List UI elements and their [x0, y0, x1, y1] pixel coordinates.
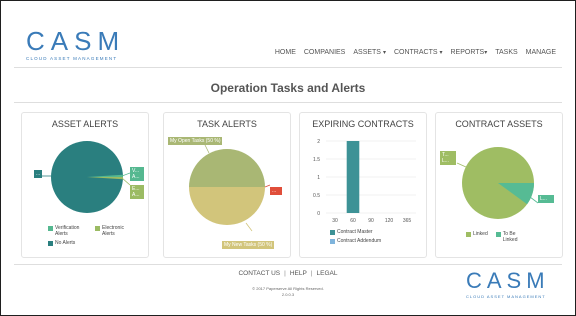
label-leader [245, 222, 253, 232]
legend-swatch [95, 226, 100, 231]
legend-swatch [48, 226, 53, 231]
caret-down-icon: ▾ [484, 50, 488, 56]
legend-label: Electronic Alerts [102, 225, 124, 237]
x-tick-label: 90 [368, 218, 374, 224]
panel-title: EXPIRING CONTRACTS [312, 119, 414, 129]
pie-slice-open-tasks[interactable] [189, 149, 265, 187]
y-tick-label: 2 [317, 139, 320, 145]
legend-item[interactable]: Electronic Alerts [95, 225, 132, 237]
legend-label: Verification Alerts [55, 225, 80, 237]
pie-label-verification: V... A... [130, 167, 144, 181]
legend-item[interactable]: To Be Linked [495, 231, 523, 243]
task-alerts-panel: TASK ALERTS My Open Tasks (50 %) My New … [163, 112, 291, 258]
title-divider [14, 102, 562, 103]
footer-separator: | [284, 270, 286, 277]
pie-label-new-tasks: My New Tasks (50 %) [222, 241, 275, 249]
footer-help-link[interactable]: HELP [290, 270, 307, 277]
pie-label-linked: L... [538, 195, 554, 203]
nav-contracts-label: CONTRACTS [393, 49, 438, 56]
logo-tagline: CLOUD ASSET MANAGEMENT [466, 294, 546, 299]
caret-down-icon: ▾ [439, 50, 443, 56]
label-leader [456, 162, 467, 168]
legend-label: To Be Linked [502, 231, 518, 243]
footer-contact-link[interactable]: CONTACT US [238, 270, 280, 277]
pie-slice-new-tasks[interactable] [189, 187, 265, 225]
x-tick-label: 365 [403, 218, 412, 224]
nav-manage[interactable]: MANAGE [526, 49, 556, 56]
panel-title: ASSET ALERTS [51, 119, 119, 129]
nav-reports[interactable]: REPORTS▾ [450, 49, 487, 56]
nav-contracts[interactable]: CONTRACTS ▾ [394, 49, 443, 56]
pie-label-electronic: E... A... [130, 185, 144, 199]
panel-title: CONTRACT ASSETS [455, 119, 543, 129]
nav-assets[interactable]: ASSETS ▾ [353, 49, 386, 56]
label-leader [121, 177, 131, 186]
legend-swatch [48, 241, 53, 246]
nav-tasks[interactable]: TASKS [495, 49, 517, 56]
expiring-contracts-bar-chart: 0 0.5 1 1.5 2 30 60 90 120 365 [313, 139, 416, 224]
bar-contract-master[interactable] [346, 141, 360, 213]
legend-item[interactable]: Linked [466, 231, 488, 243]
nav-companies[interactable]: COMPANIES [304, 49, 346, 56]
legend-label: Contract Addendum [337, 238, 382, 244]
x-tick-label: 60 [350, 218, 356, 224]
legend-label: Linked [473, 231, 488, 237]
task-alerts-pie [189, 142, 271, 232]
nav-assets-label: ASSETS [353, 49, 381, 56]
y-tick-label: 0.5 [313, 193, 320, 199]
label-leader [529, 196, 539, 204]
legend-swatch [330, 239, 335, 244]
footer-separator: | [310, 270, 313, 277]
caret-down-icon: ▾ [382, 50, 386, 56]
nav-home[interactable]: HOME [275, 49, 296, 56]
expiring-contracts-panel: EXPIRING CONTRACTS 0 0.5 1 1.5 2 30 60 90 120 365… [299, 112, 427, 258]
expiring-contracts-legend: Contract Master Contract Addendum [330, 229, 381, 244]
top-nav: HOME COMPANIES ASSETS ▾ CONTRACTS ▾ REPO… [275, 49, 556, 56]
page-title: Operation Tasks and Alerts [210, 81, 366, 95]
pie-label-no-alerts: ... [34, 170, 43, 178]
legend-item[interactable]: No Alerts [48, 240, 132, 246]
logo-wordmark: CASM [466, 268, 550, 293]
x-tick-label: 120 [385, 218, 394, 224]
legend-swatch [466, 232, 471, 237]
legend-swatch [330, 230, 335, 235]
x-tick-label: 30 [332, 218, 338, 224]
contract-assets-panel: CONTRACT ASSETS T... L... L... Linked To… [435, 112, 563, 258]
footer-legal-link[interactable]: LEGAL [317, 270, 338, 277]
contract-assets-pie [456, 147, 539, 219]
legend-label: Contract Master [337, 229, 373, 235]
pie-label-small: ... [270, 187, 282, 195]
label-leader [121, 172, 131, 177]
header-divider [14, 67, 562, 68]
legend-item[interactable]: Verification Alerts [48, 225, 85, 237]
legend-item[interactable]: Contract Addendum [330, 238, 381, 244]
y-tick-label: 0 [317, 211, 320, 217]
footer-logo: CASM CLOUD ASSET MANAGEMENT [466, 268, 566, 300]
footer-divider [14, 264, 562, 265]
legend-item[interactable]: Contract Master [330, 229, 381, 235]
asset-alerts-legend: Verification Alerts Electronic Alerts No… [48, 225, 132, 246]
legend-label: No Alerts [55, 240, 76, 246]
panel-title: TASK ALERTS [197, 119, 257, 129]
y-tick-label: 1.5 [313, 157, 320, 163]
contract-assets-legend: Linked To Be Linked [466, 231, 523, 243]
logo-wordmark: CASM [26, 26, 126, 56]
y-tick-label: 1 [317, 175, 320, 181]
asset-alerts-panel: ASSET ALERTS ... V... A... E... A... Ver… [21, 112, 149, 258]
nav-reports-label: REPORTS [450, 49, 485, 56]
logo-tagline: CLOUD ASSET MANAGEMENT [26, 56, 118, 61]
casm-logo[interactable]: CASM CLOUD ASSET MANAGEMENT [26, 28, 156, 64]
pie-label-open-tasks: My Open Tasks (50 %) [168, 137, 223, 145]
pie-label-to-be-linked: T... L... [440, 151, 456, 165]
legend-swatch [495, 232, 501, 237]
